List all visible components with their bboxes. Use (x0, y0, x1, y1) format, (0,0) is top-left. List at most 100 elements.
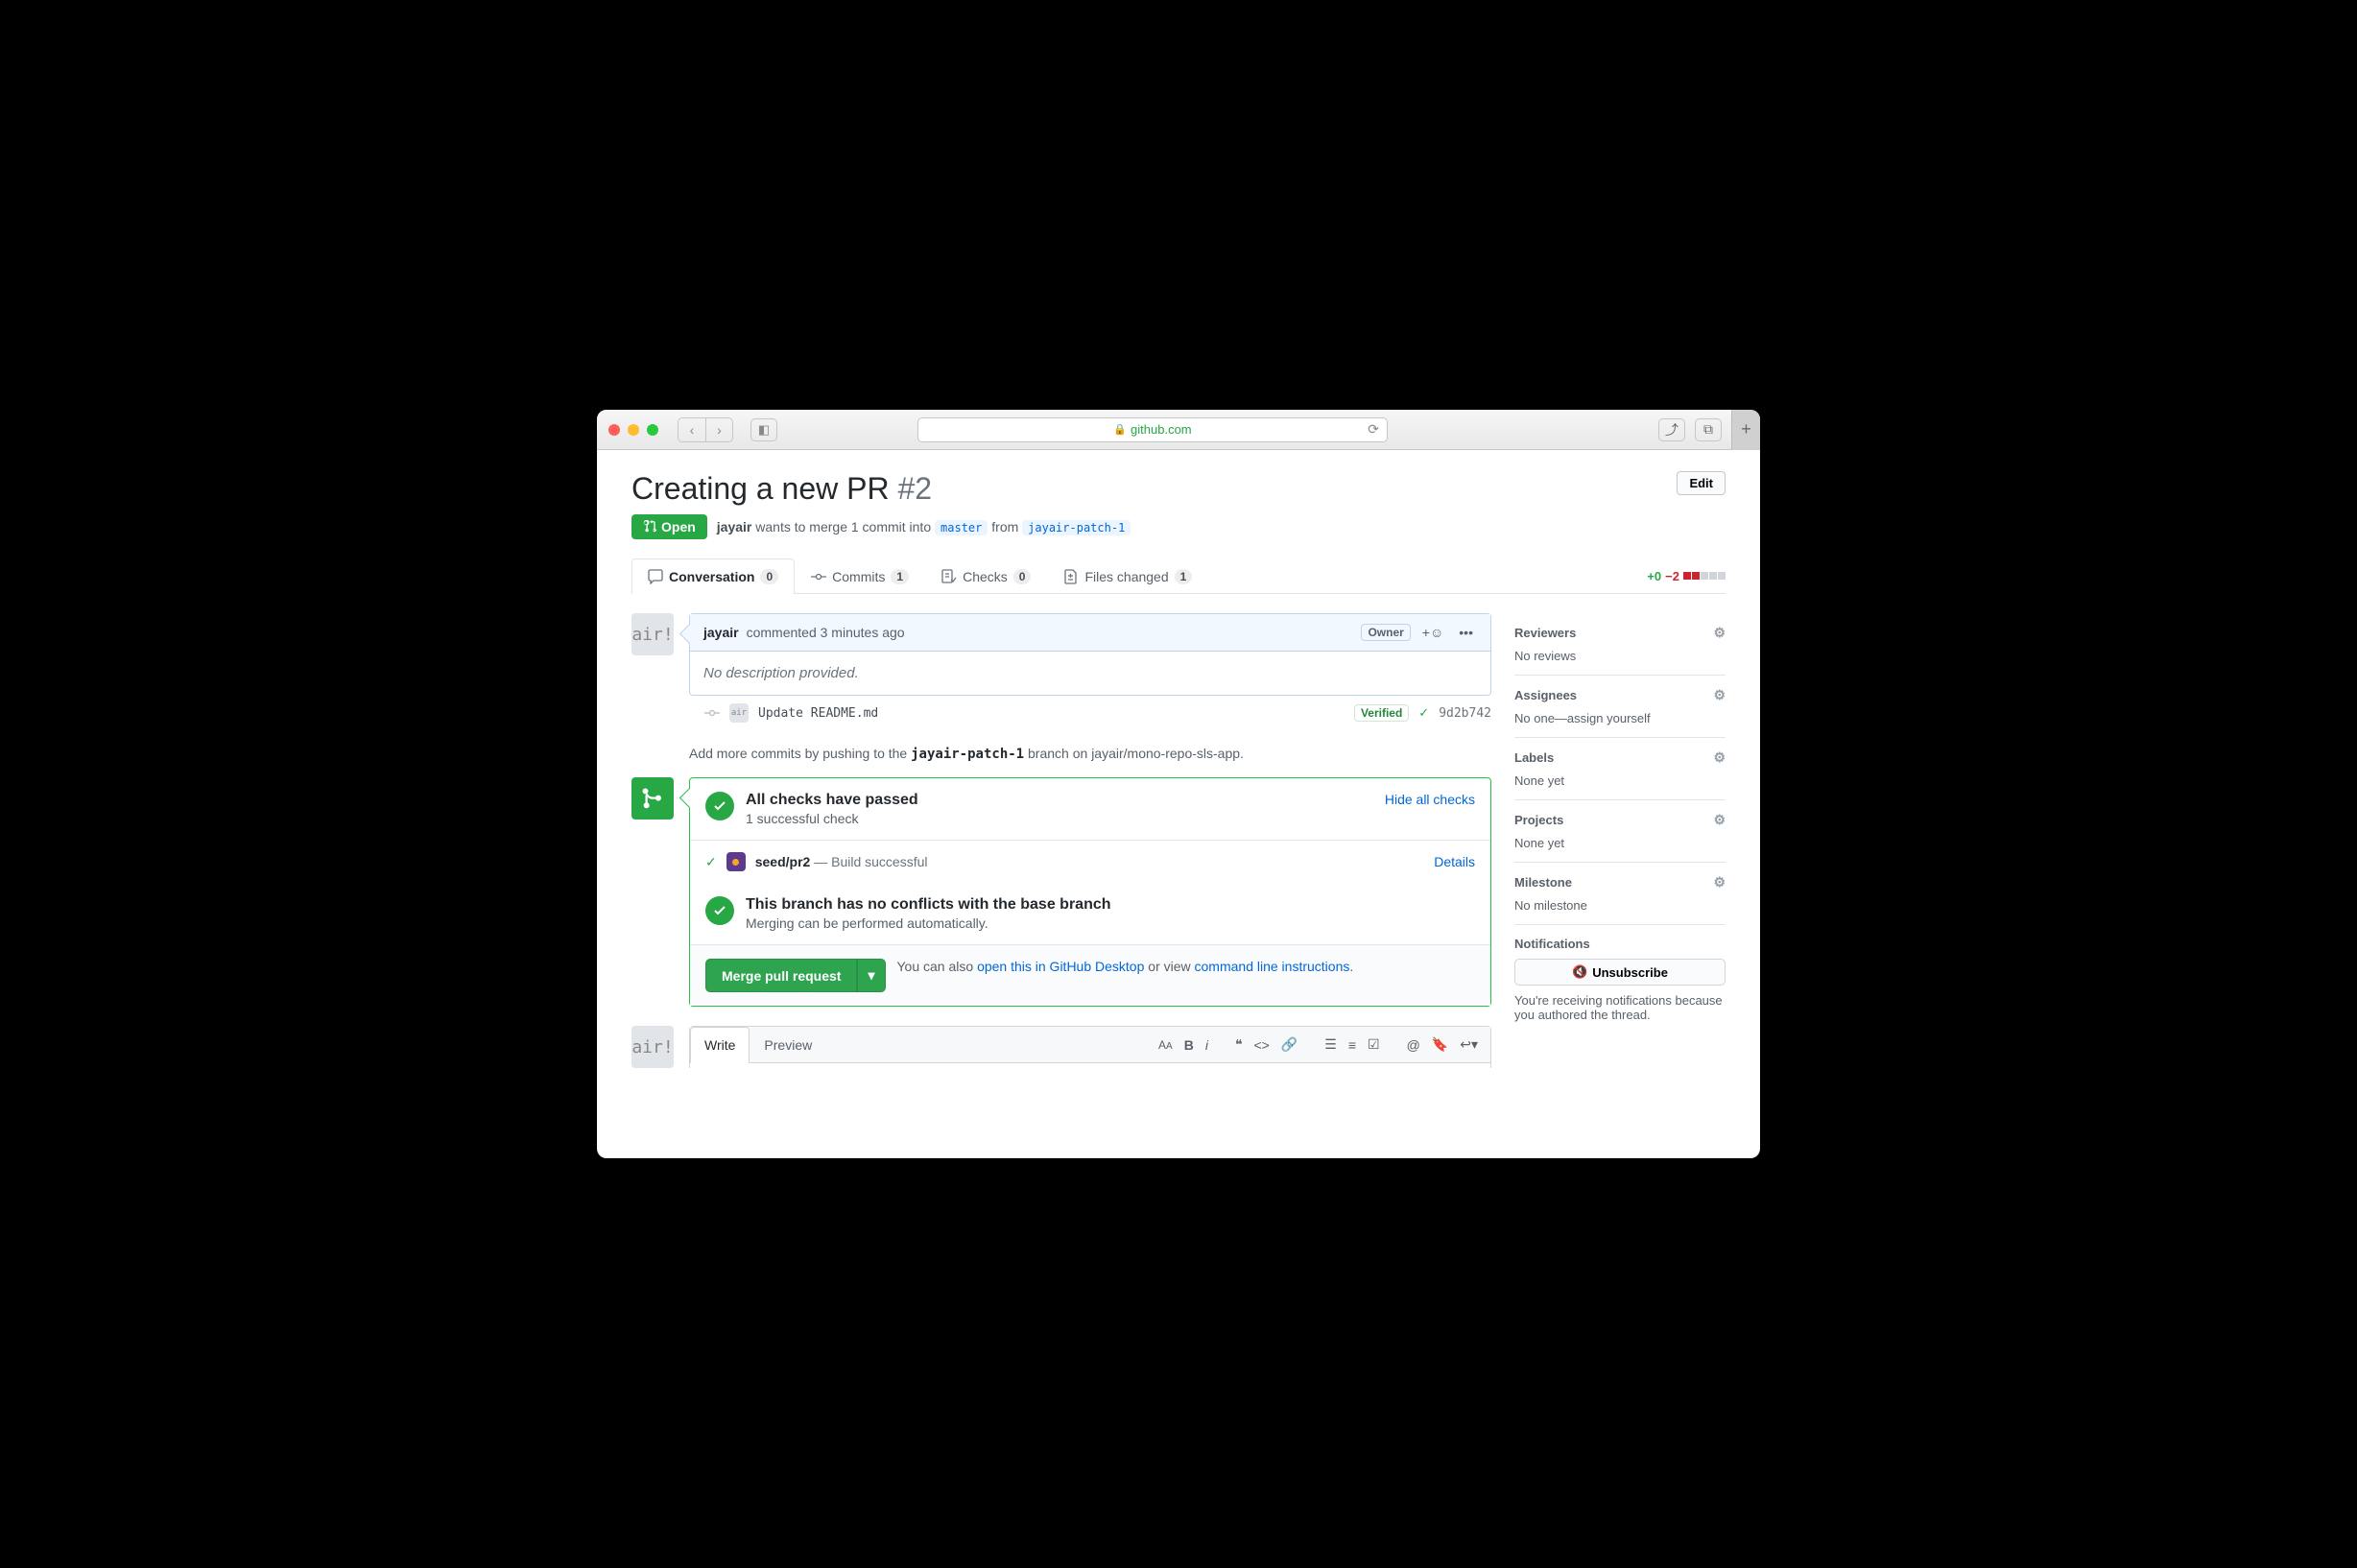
gear-icon[interactable]: ⚙ (1713, 874, 1726, 891)
checks-subtitle: 1 successful check (746, 811, 918, 826)
url-text: github.com (1131, 422, 1192, 437)
tab-checks[interactable]: Checks 0 (925, 558, 1047, 594)
reply-icon[interactable]: ↩▾ (1455, 1033, 1483, 1057)
hide-checks-link[interactable]: Hide all checks (1385, 792, 1475, 807)
notifications-note: You're receiving notifications because y… (1514, 993, 1726, 1022)
gear-icon[interactable]: ⚙ (1713, 687, 1726, 703)
task-icon[interactable]: ☑ (1363, 1033, 1385, 1057)
pr-meta: Open jayair wants to merge 1 commit into… (631, 514, 1726, 539)
tab-commits[interactable]: Commits 1 (795, 558, 925, 594)
reload-icon[interactable]: ⟳ (1368, 421, 1379, 438)
assign-yourself-link[interactable]: No one—assign yourself (1514, 711, 1651, 725)
desktop-link[interactable]: open this in GitHub Desktop (977, 959, 1144, 974)
back-button[interactable]: ‹ (679, 418, 705, 441)
close-window[interactable] (608, 424, 620, 436)
comment-menu[interactable]: ••• (1455, 625, 1477, 640)
new-tab-button[interactable]: + (1731, 410, 1760, 450)
comment-box: jayair commented 3 minutes ago Owner +☺ … (689, 613, 1491, 696)
text-size-icon[interactable]: AA (1154, 1034, 1178, 1056)
head-branch[interactable]: jayair-patch-1 (1022, 520, 1131, 535)
notifications-title: Notifications (1514, 937, 1590, 951)
page-content: Creating a new PR #2 Edit Open jayair wa… (597, 450, 1760, 1158)
comment-body: No description provided. (690, 652, 1490, 695)
comment-editor: Write Preview AA B i ❝ <> 🔗 (689, 1026, 1491, 1068)
status-check-icon[interactable]: ✓ (1418, 705, 1429, 721)
mute-icon: 🔇 (1572, 964, 1587, 980)
browser-window: ‹ › ◧ 🔒 github.com ⟳ ⤴ ⧉ + Creating a ne… (597, 410, 1760, 1158)
gear-icon[interactable]: ⚙ (1713, 812, 1726, 828)
conflict-title: This branch has no conflicts with the ba… (746, 896, 1111, 914)
avatar[interactable]: air! (631, 1026, 674, 1068)
commit-sha[interactable]: 9d2b742 (1439, 706, 1491, 721)
check-name: seed/pr2 (755, 854, 811, 869)
diff-blocks (1683, 572, 1726, 580)
pr-author[interactable]: jayair (717, 519, 752, 535)
tab-files[interactable]: Files changed 1 (1047, 558, 1208, 594)
minimize-window[interactable] (628, 424, 639, 436)
reaction-button[interactable]: +☺ (1418, 625, 1447, 640)
state-badge: Open (631, 514, 707, 539)
sidebar: Reviewers⚙ No reviews Assignees⚙ No one—… (1514, 613, 1726, 1068)
tabs-button[interactable]: ⧉ (1695, 418, 1722, 441)
avatar[interactable]: air! (631, 613, 674, 655)
pr-meta-text: jayair wants to merge 1 commit into mast… (717, 519, 1131, 535)
window-controls (608, 424, 658, 436)
seed-icon (726, 852, 746, 871)
commit-row: air Update README.md Verified ✓ 9d2b742 (631, 696, 1491, 730)
checklist-icon (941, 569, 957, 584)
verified-badge[interactable]: Verified (1354, 704, 1409, 722)
conflict-subtitle: Merging can be performed automatically. (746, 915, 1111, 931)
diff-stats: +0 −2 (1647, 569, 1726, 583)
labels-body: None yet (1514, 773, 1726, 788)
merge-box: All checks have passed 1 successful chec… (689, 777, 1491, 1007)
preview-tab[interactable]: Preview (750, 1027, 826, 1063)
pr-number: #2 (897, 471, 932, 506)
cli-link[interactable]: command line instructions (1195, 959, 1350, 974)
merge-status-icon (631, 777, 674, 820)
pr-title: Creating a new PR #2 (631, 471, 932, 507)
commit-avatar[interactable]: air (729, 703, 749, 723)
unsubscribe-button[interactable]: 🔇Unsubscribe (1514, 959, 1726, 986)
code-icon[interactable]: <> (1249, 1033, 1274, 1057)
comment-header: jayair commented 3 minutes ago Owner +☺ … (690, 614, 1490, 652)
write-tab[interactable]: Write (690, 1027, 750, 1063)
ul-icon[interactable]: ☰ (1320, 1033, 1342, 1057)
forward-button[interactable]: › (705, 418, 732, 441)
url-bar[interactable]: 🔒 github.com ⟳ (917, 417, 1388, 442)
tab-conversation[interactable]: Conversation 0 (631, 558, 795, 594)
merge-button[interactable]: Merge pull request (705, 959, 857, 992)
gear-icon[interactable]: ⚙ (1713, 625, 1726, 641)
edit-button[interactable]: Edit (1677, 471, 1726, 495)
comment-time: commented 3 minutes ago (747, 625, 905, 640)
italic-icon[interactable]: i (1201, 1033, 1213, 1057)
checks-title: All checks have passed (746, 792, 918, 809)
quote-icon[interactable]: ❝ (1230, 1033, 1248, 1057)
check-details-link[interactable]: Details (1434, 854, 1475, 869)
base-branch[interactable]: master (935, 520, 988, 535)
projects-title: Projects (1514, 813, 1563, 827)
check-circle-icon (705, 896, 734, 925)
milestone-title: Milestone (1514, 875, 1572, 890)
projects-body: None yet (1514, 836, 1726, 850)
bold-icon[interactable]: B (1179, 1033, 1199, 1057)
milestone-body: No milestone (1514, 898, 1726, 913)
mention-icon[interactable]: @ (1402, 1033, 1425, 1057)
check-pass-icon: ✓ (705, 854, 717, 870)
ol-icon[interactable]: ≡ (1344, 1033, 1361, 1057)
commit-message[interactable]: Update README.md (758, 706, 878, 721)
merge-dropdown[interactable]: ▾ (857, 959, 885, 992)
comment-author[interactable]: jayair (703, 625, 739, 640)
sidebar-toggle[interactable]: ◧ (750, 418, 777, 441)
maximize-window[interactable] (647, 424, 658, 436)
push-hint: Add more commits by pushing to the jayai… (689, 746, 1491, 762)
commit-icon (811, 569, 826, 584)
link-icon[interactable]: 🔗 (1276, 1033, 1302, 1057)
gear-icon[interactable]: ⚙ (1713, 749, 1726, 766)
reference-icon[interactable]: 🔖 (1427, 1033, 1453, 1057)
labels-title: Labels (1514, 750, 1554, 765)
share-button[interactable]: ⤴ (1658, 418, 1685, 441)
reviewers-title: Reviewers (1514, 626, 1576, 640)
titlebar: ‹ › ◧ 🔒 github.com ⟳ ⤴ ⧉ + (597, 410, 1760, 450)
merge-button-group: Merge pull request ▾ (705, 959, 886, 992)
file-diff-icon (1063, 569, 1079, 584)
